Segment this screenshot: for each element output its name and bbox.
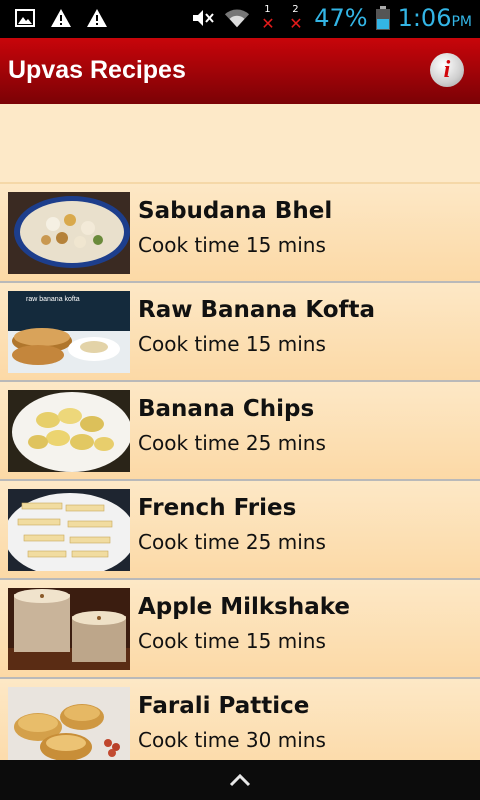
list-item[interactable]: Farali Pattice Cook time 30 mins — [0, 677, 480, 760]
recipe-cook-time: Cook time 15 mins — [138, 233, 326, 257]
recipe-name: Farali Pattice — [138, 693, 310, 719]
sim-x-icon: 2 ✕ — [289, 4, 303, 33]
recipe-list[interactable]: Sabudana Bhel Cook time 15 mins raw bana… — [0, 184, 480, 760]
info-icon: i — [443, 56, 451, 83]
system-icons: 1 ✕ 2 ✕ 47% 1:06PM — [190, 4, 472, 33]
sim-x-icon: 1 ✕ — [261, 4, 275, 33]
recipe-name: Sabudana Bhel — [138, 198, 333, 224]
banner-area — [0, 104, 480, 184]
image-icon — [14, 7, 36, 29]
status-bar: 1 ✕ 2 ✕ 47% 1:06PM — [0, 0, 480, 38]
recipe-cook-time: Cook time 30 mins — [138, 728, 326, 752]
notification-icons — [14, 7, 108, 29]
bottom-nav-bar — [0, 760, 480, 800]
warning-icon — [50, 7, 72, 29]
recipe-name: Raw Banana Kofta — [138, 297, 376, 323]
battery-percent: 47% — [314, 4, 368, 32]
info-button[interactable]: i — [430, 53, 464, 87]
recipe-thumbnail — [8, 588, 130, 670]
recipe-name: French Fries — [138, 495, 297, 521]
clock-time: 1:06 — [397, 4, 452, 32]
recipe-cook-time: Cook time 25 mins — [138, 431, 326, 455]
chevron-up-icon[interactable] — [229, 772, 251, 788]
recipe-cook-time: Cook time 15 mins — [138, 629, 326, 653]
clock-ampm: PM — [451, 14, 472, 30]
app-header: Upvas Recipes i — [0, 38, 480, 104]
recipe-thumbnail: raw banana kofta — [8, 291, 130, 373]
recipe-name: Banana Chips — [138, 396, 315, 422]
list-item[interactable]: French Fries Cook time 25 mins — [0, 479, 480, 578]
clock: 1:06PM — [398, 4, 472, 32]
recipe-thumbnail — [8, 390, 130, 472]
list-item[interactable]: raw banana kofta Raw Banana Kofta Cook t… — [0, 281, 480, 380]
recipe-cook-time: Cook time 25 mins — [138, 530, 326, 554]
warning-icon — [86, 7, 108, 29]
recipe-thumbnail — [8, 192, 130, 274]
recipe-name: Apple Milkshake — [138, 594, 351, 620]
recipe-thumbnail — [8, 489, 130, 571]
app-title: Upvas Recipes — [8, 56, 186, 84]
list-item[interactable]: Sabudana Bhel Cook time 15 mins — [0, 184, 480, 281]
thumb-caption: raw banana kofta — [26, 296, 80, 303]
list-item[interactable]: Apple Milkshake Cook time 15 mins — [0, 578, 480, 677]
battery-icon — [375, 6, 390, 30]
wifi-icon — [224, 4, 250, 32]
recipe-cook-time: Cook time 15 mins — [138, 332, 326, 356]
list-item[interactable]: Banana Chips Cook time 25 mins — [0, 380, 480, 479]
mute-icon — [190, 4, 216, 32]
recipe-thumbnail — [8, 687, 130, 760]
